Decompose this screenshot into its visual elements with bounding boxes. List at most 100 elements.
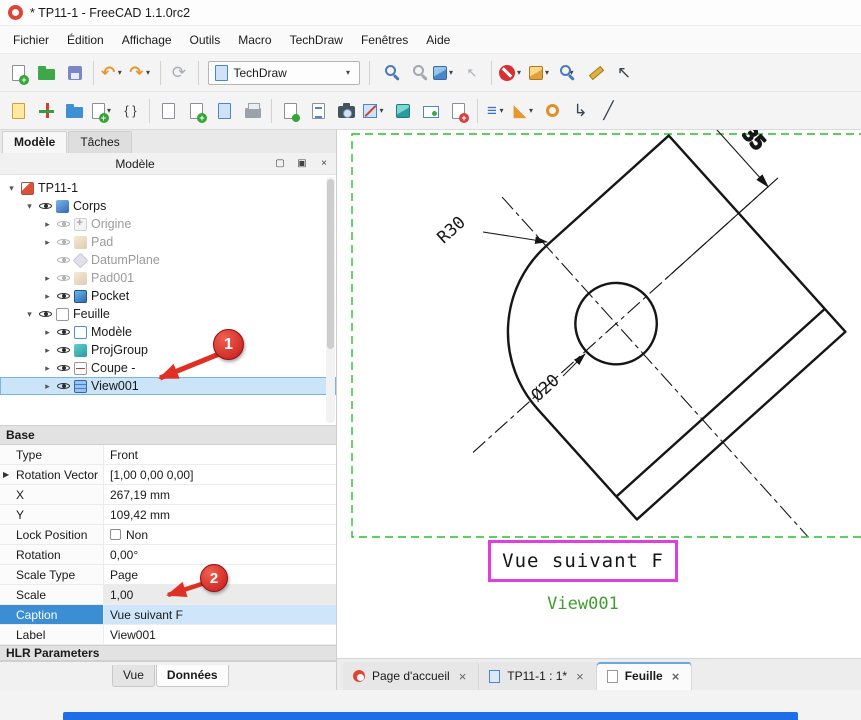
section-view-button[interactable]: ▾ bbox=[361, 97, 388, 125]
tab-modele[interactable]: Modèle bbox=[2, 131, 67, 153]
property-name-rotation[interactable]: Rotation bbox=[0, 545, 104, 564]
tree-item-view001[interactable]: ▸ View001 bbox=[0, 377, 336, 395]
expand-arrow-icon[interactable]: ▸ bbox=[42, 219, 53, 230]
expand-arrow-icon[interactable]: ▾ bbox=[24, 201, 35, 212]
expand-arrow-icon[interactable]: ▸ bbox=[42, 291, 53, 302]
tree-item-coupe[interactable]: ▸ Coupe - bbox=[0, 359, 336, 377]
macro-editor-button[interactable]: { } bbox=[117, 97, 144, 125]
line-tool-button[interactable]: ╱ bbox=[595, 97, 622, 125]
float-panel-button[interactable]: ▣ bbox=[292, 155, 312, 173]
default-page-button[interactable] bbox=[5, 97, 32, 125]
stack-order-button[interactable]: ≡▾ bbox=[483, 97, 510, 125]
property-value-label[interactable]: View001 bbox=[104, 625, 336, 644]
select-button[interactable]: ↖ bbox=[611, 59, 638, 87]
clipping-caret-icon[interactable]: ▾ bbox=[515, 68, 524, 77]
expand-arrow-icon[interactable]: ▸ bbox=[42, 327, 53, 338]
property-value-rotation-vector[interactable]: [1,00 0,00 0,00] bbox=[104, 465, 336, 484]
menu-edition[interactable]: Édition bbox=[58, 28, 113, 52]
tab-donnees[interactable]: Données bbox=[156, 665, 229, 687]
workbench-selector[interactable]: TechDraw ▾ bbox=[208, 61, 360, 85]
projection-cube-button[interactable] bbox=[389, 97, 416, 125]
property-name-rotation-vector[interactable]: ▶Rotation Vector bbox=[0, 465, 104, 484]
tab-feuille[interactable]: Feuille × bbox=[597, 662, 693, 690]
dock-panel-button[interactable]: ▢ bbox=[270, 155, 290, 173]
draw-style-caret-icon[interactable]: ▾ bbox=[543, 68, 552, 77]
property-value-caption[interactable]: Vue suivant F bbox=[104, 605, 336, 624]
active-view-button[interactable] bbox=[333, 97, 360, 125]
expand-arrow-icon[interactable]: ▸ bbox=[42, 273, 53, 284]
tab-taches[interactable]: Tâches bbox=[68, 131, 131, 153]
lock-position-checkbox[interactable] bbox=[110, 529, 121, 540]
zoom-tools-button[interactable]: ▾ bbox=[555, 59, 582, 87]
scrollbar-thumb[interactable] bbox=[327, 179, 334, 349]
print-button[interactable] bbox=[239, 97, 266, 125]
tree-item-tp11-1[interactable]: ▾ TP11-1 bbox=[0, 179, 336, 197]
property-name-scale-type[interactable]: Scale Type bbox=[0, 565, 104, 584]
dim-length-text[interactable]: 35 bbox=[738, 130, 769, 155]
tree-item-pocket[interactable]: ▸ Pocket bbox=[0, 287, 336, 305]
expand-arrow-icon[interactable]: ▾ bbox=[6, 183, 17, 194]
property-name-x[interactable]: X bbox=[0, 485, 104, 504]
section-caret-icon[interactable]: ▾ bbox=[377, 106, 386, 115]
draw-style-button[interactable]: ▾ bbox=[527, 59, 554, 87]
expand-property-icon[interactable]: ▶ bbox=[3, 470, 9, 479]
zoom-selection-button[interactable] bbox=[403, 59, 430, 87]
expand-arrow-icon[interactable]: ▾ bbox=[24, 309, 35, 320]
refresh-button[interactable]: ⟳ bbox=[166, 59, 193, 87]
view-caption[interactable]: Vue suivant F bbox=[488, 540, 678, 582]
insert-image-button[interactable] bbox=[445, 97, 472, 125]
dim-radius-text[interactable]: R30 bbox=[434, 213, 470, 248]
view-caret-icon[interactable]: ▾ bbox=[447, 68, 456, 77]
close-panel-button[interactable]: × bbox=[314, 155, 334, 173]
measure-button[interactable] bbox=[583, 59, 610, 87]
new-document-button[interactable] bbox=[5, 59, 32, 87]
expand-arrow-icon[interactable]: ▸ bbox=[42, 363, 53, 374]
property-value-rotation[interactable]: 0,00° bbox=[104, 545, 336, 564]
sync-view-button[interactable]: ↖ bbox=[459, 59, 486, 87]
view-name-label[interactable]: View001 bbox=[488, 594, 678, 614]
property-section-hlr[interactable]: HLR Parameters bbox=[0, 645, 336, 661]
zoom-fit-button[interactable] bbox=[375, 59, 402, 87]
stack-caret-icon[interactable]: ▾ bbox=[497, 106, 506, 115]
new-page-button[interactable] bbox=[183, 97, 210, 125]
menu-macro[interactable]: Macro bbox=[229, 28, 280, 52]
tab-vue[interactable]: Vue bbox=[112, 665, 155, 687]
open-browser-button[interactable] bbox=[61, 97, 88, 125]
tree-item-origine[interactable]: ▸ Origine bbox=[0, 215, 336, 233]
close-tab-icon[interactable]: × bbox=[670, 669, 682, 684]
angle-caret-icon[interactable]: ▾ bbox=[527, 106, 536, 115]
leader-line-button[interactable]: ↳ bbox=[567, 97, 594, 125]
image-view-button[interactable] bbox=[417, 97, 444, 125]
tab-tp11-3d[interactable]: TP11-1 : 1* × bbox=[479, 662, 596, 690]
menu-aide[interactable]: Aide bbox=[417, 28, 459, 52]
property-value-type[interactable]: Front bbox=[104, 445, 336, 464]
property-value-x[interactable]: 267,19 mm bbox=[104, 485, 336, 504]
property-name-scale[interactable]: Scale bbox=[0, 585, 104, 604]
projection-group-button[interactable] bbox=[305, 97, 332, 125]
detail-view-button[interactable] bbox=[539, 97, 566, 125]
property-name-type[interactable]: Type bbox=[0, 445, 104, 464]
visibility-eye-icon[interactable] bbox=[57, 236, 70, 249]
property-value-lock-position[interactable]: Non bbox=[104, 525, 336, 544]
visibility-eye-icon[interactable] bbox=[57, 290, 70, 303]
tree-scrollbar[interactable] bbox=[326, 177, 335, 423]
dimension-35[interactable] bbox=[595, 130, 778, 279]
insert-page-button[interactable] bbox=[155, 97, 182, 125]
visibility-eye-icon[interactable] bbox=[57, 326, 70, 339]
tree-item-pad001[interactable]: ▸ Pad001 bbox=[0, 269, 336, 287]
menu-affichage[interactable]: Affichage bbox=[113, 28, 181, 52]
clipping-plane-button[interactable]: ▾ bbox=[497, 59, 526, 87]
tree-item-projgroup[interactable]: ▸ ProjGroup bbox=[0, 341, 336, 359]
property-name-lock-position[interactable]: Lock Position bbox=[0, 525, 104, 544]
tree-item-corps[interactable]: ▾ Corps bbox=[0, 197, 336, 215]
visibility-eye-icon[interactable] bbox=[57, 380, 70, 393]
techdraw-page-view[interactable]: 35 R30 Ø20 Vue suivant F View001 bbox=[337, 130, 861, 658]
insert-view-button[interactable] bbox=[277, 97, 304, 125]
undo-caret-icon[interactable]: ▾ bbox=[115, 68, 124, 77]
tree-item-feuille[interactable]: ▾ Feuille bbox=[0, 305, 336, 323]
angle-dimension-button[interactable]: ◣▾ bbox=[511, 97, 538, 125]
property-name-label[interactable]: Label bbox=[0, 625, 104, 644]
redo-button[interactable]: ↷▾ bbox=[127, 59, 154, 87]
tree-item-modele[interactable]: ▸ Modèle bbox=[0, 323, 336, 341]
menu-fichier[interactable]: Fichier bbox=[4, 28, 58, 52]
